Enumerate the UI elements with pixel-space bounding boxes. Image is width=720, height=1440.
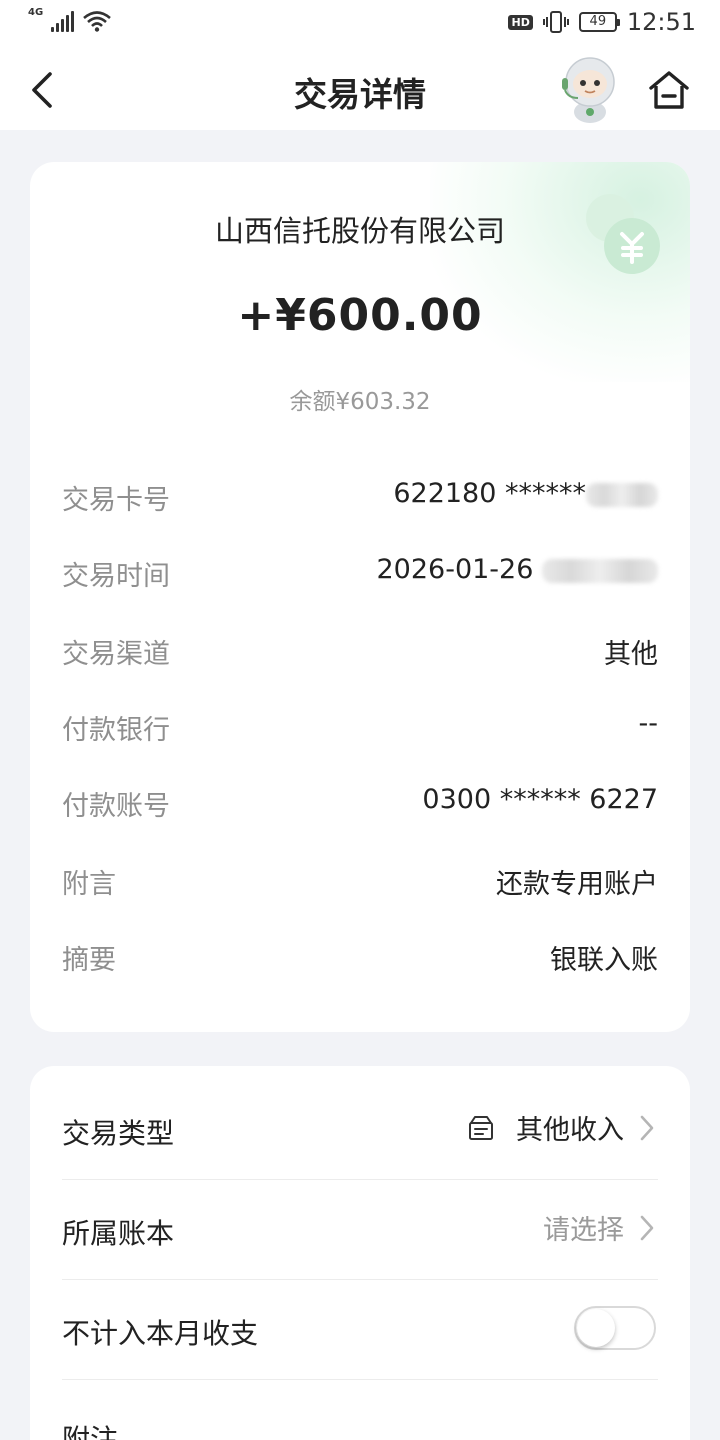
home-icon[interactable] bbox=[646, 68, 692, 112]
info-row-summary: 摘要 银联入账 bbox=[62, 938, 658, 978]
setting-transaction-type[interactable]: 交易类型 其他收入 bbox=[62, 1080, 658, 1180]
vibrate-icon bbox=[542, 11, 569, 33]
info-row-payer-bank: 付款银行 -- bbox=[62, 708, 658, 748]
setting-label: 所属账本 bbox=[62, 1217, 175, 1250]
setting-right: 其他收入 bbox=[466, 1108, 658, 1147]
balance-after: 余额¥603.32 bbox=[289, 389, 431, 415]
info-row-card-number: 交易卡号 622180 ****** bbox=[62, 478, 658, 518]
info-label: 付款账号 bbox=[62, 791, 170, 822]
transaction-detail-page: 4G HD 49 12:51 交易详情 山西信托股份有限公司 +¥600.00 … bbox=[0, 0, 720, 1440]
info-value: 其他 bbox=[604, 639, 658, 670]
setting-exclude-monthly: 不计入本月收支 bbox=[62, 1280, 658, 1380]
status-bar: 4G HD 49 12:51 bbox=[0, 0, 720, 50]
card-number-value: 622180 ****** bbox=[393, 478, 586, 509]
setting-note[interactable]: 附注 bbox=[62, 1380, 658, 1440]
info-row-channel: 交易渠道 其他 bbox=[62, 632, 658, 672]
info-label: 摘要 bbox=[62, 945, 116, 976]
info-value: 622180 ****** bbox=[393, 478, 658, 509]
toggle-knob bbox=[577, 1309, 615, 1347]
assistant-mascot-icon[interactable] bbox=[556, 54, 624, 124]
setting-account-book[interactable]: 所属账本 请选择 bbox=[62, 1180, 658, 1280]
info-value: 0300 ****** 6227 bbox=[422, 784, 658, 815]
wifi-icon bbox=[83, 11, 112, 32]
redacted-mask bbox=[542, 558, 658, 583]
network-type: 4G bbox=[28, 7, 44, 18]
info-value: 银联入账 bbox=[550, 945, 658, 976]
info-row-time: 交易时间 2026-01-26 bbox=[62, 554, 658, 594]
info-label: 附言 bbox=[62, 869, 116, 900]
setting-right: 请选择 bbox=[543, 1208, 658, 1247]
merchant-name: 山西信托股份有限公司 bbox=[214, 214, 505, 248]
nav-bar: 交易详情 bbox=[0, 50, 720, 130]
transaction-settings-card: 交易类型 其他收入 所属账本 请选择 不计入本月收支 附注 bbox=[30, 1066, 690, 1440]
battery-level: 49 bbox=[589, 14, 607, 29]
setting-label: 不计入本月收支 bbox=[62, 1317, 259, 1350]
status-left: 4G bbox=[28, 7, 112, 32]
transaction-amount: +¥600.00 bbox=[237, 290, 483, 341]
info-row-payer-account: 付款账号 0300 ****** 6227 bbox=[62, 784, 658, 824]
hd-badge: HD bbox=[508, 14, 533, 30]
info-value: -- bbox=[638, 708, 659, 739]
transaction-type-value: 其他收入 bbox=[516, 1115, 624, 1146]
status-right: HD 49 12:51 bbox=[508, 8, 696, 36]
time-value: 2026-01-26 bbox=[376, 554, 534, 585]
signal-icon bbox=[51, 10, 75, 32]
chevron-right-icon bbox=[640, 1215, 654, 1240]
info-label: 付款银行 bbox=[62, 715, 170, 746]
category-icon bbox=[469, 1115, 493, 1140]
info-value: 2026-01-26 bbox=[376, 554, 658, 585]
exclude-monthly-toggle[interactable] bbox=[574, 1306, 656, 1350]
battery-icon: 49 bbox=[578, 12, 620, 32]
info-label: 交易时间 bbox=[62, 561, 170, 592]
chevron-right-icon bbox=[640, 1115, 654, 1140]
status-time: 12:51 bbox=[626, 8, 696, 36]
transaction-detail-card: 山西信托股份有限公司 +¥600.00 余额¥603.32 交易卡号 62218… bbox=[30, 162, 690, 1032]
setting-label: 交易类型 bbox=[62, 1117, 175, 1150]
setting-label: 附注 bbox=[62, 1423, 119, 1440]
info-row-remark: 附言 还款专用账户 bbox=[62, 862, 658, 902]
info-label: 交易卡号 bbox=[62, 485, 170, 516]
account-book-value: 请选择 bbox=[543, 1215, 624, 1246]
info-value: 还款专用账户 bbox=[496, 869, 658, 900]
info-label: 交易渠道 bbox=[62, 639, 170, 670]
redacted-mask bbox=[586, 482, 658, 507]
